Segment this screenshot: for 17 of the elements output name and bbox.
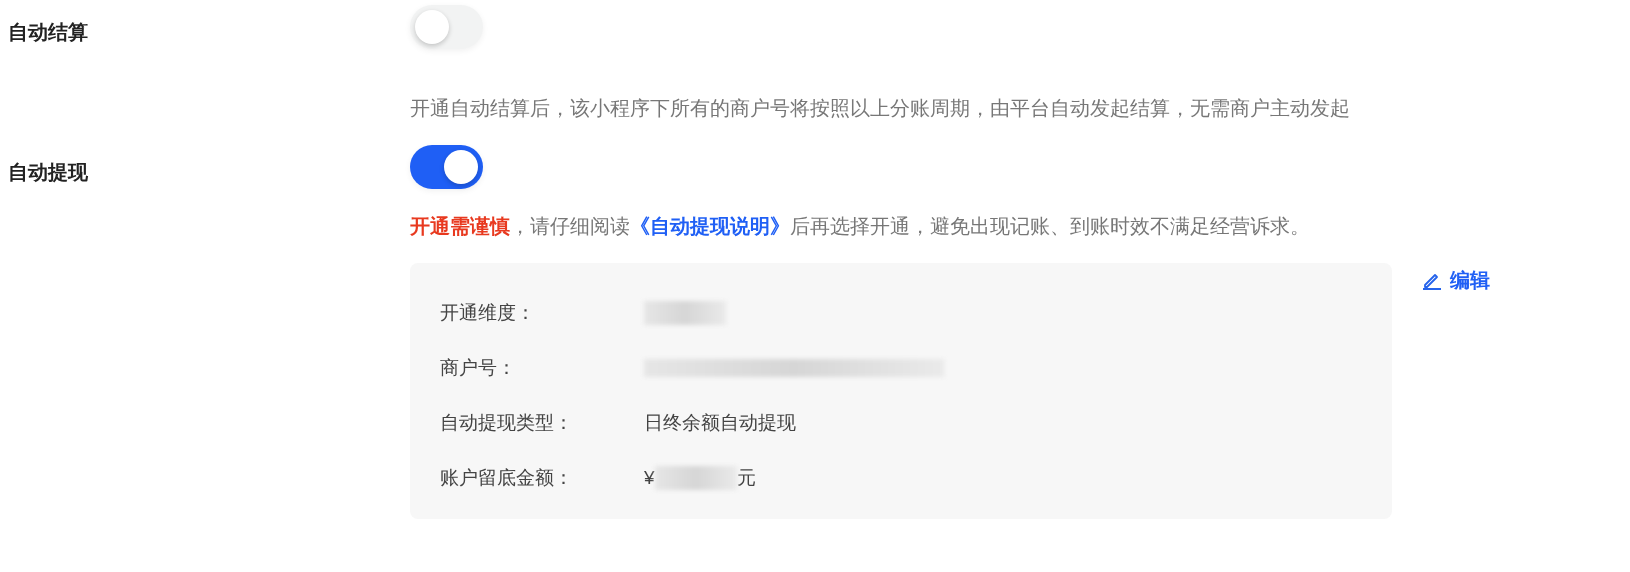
toggle-switch[interactable] xyxy=(410,5,483,49)
warning-text: 开通需谨慎 xyxy=(410,215,510,237)
field-label: 账户留底金额： xyxy=(440,465,574,490)
edit-link[interactable]: 编辑 xyxy=(1422,265,1490,295)
setting-label: 自动结算 xyxy=(8,20,89,45)
description-text: 开通自动结算后，该小程序下所有的商户号将按照以上分账周期，由平台自动发起结算，无需商户主动发起 xyxy=(410,97,1350,119)
description-text: ，请仔细阅读 xyxy=(510,215,630,237)
field-value: 日终余额自动提现 xyxy=(644,410,796,435)
currency-unit: 元 xyxy=(736,465,756,490)
currency-symbol: ¥ xyxy=(644,466,655,489)
help-link[interactable]: 《自动提现说明》 xyxy=(630,215,790,237)
field-label: 商户号： xyxy=(440,355,517,380)
setting-label: 自动提现 xyxy=(8,160,89,185)
description-text: 后再选择开通，避免出现记账、到账时效不满足经营诉求。 xyxy=(790,215,1310,237)
field-label: 开通维度： xyxy=(440,300,536,325)
field-label: 自动提现类型： xyxy=(440,410,574,435)
toggle-switch[interactable] xyxy=(410,145,483,189)
